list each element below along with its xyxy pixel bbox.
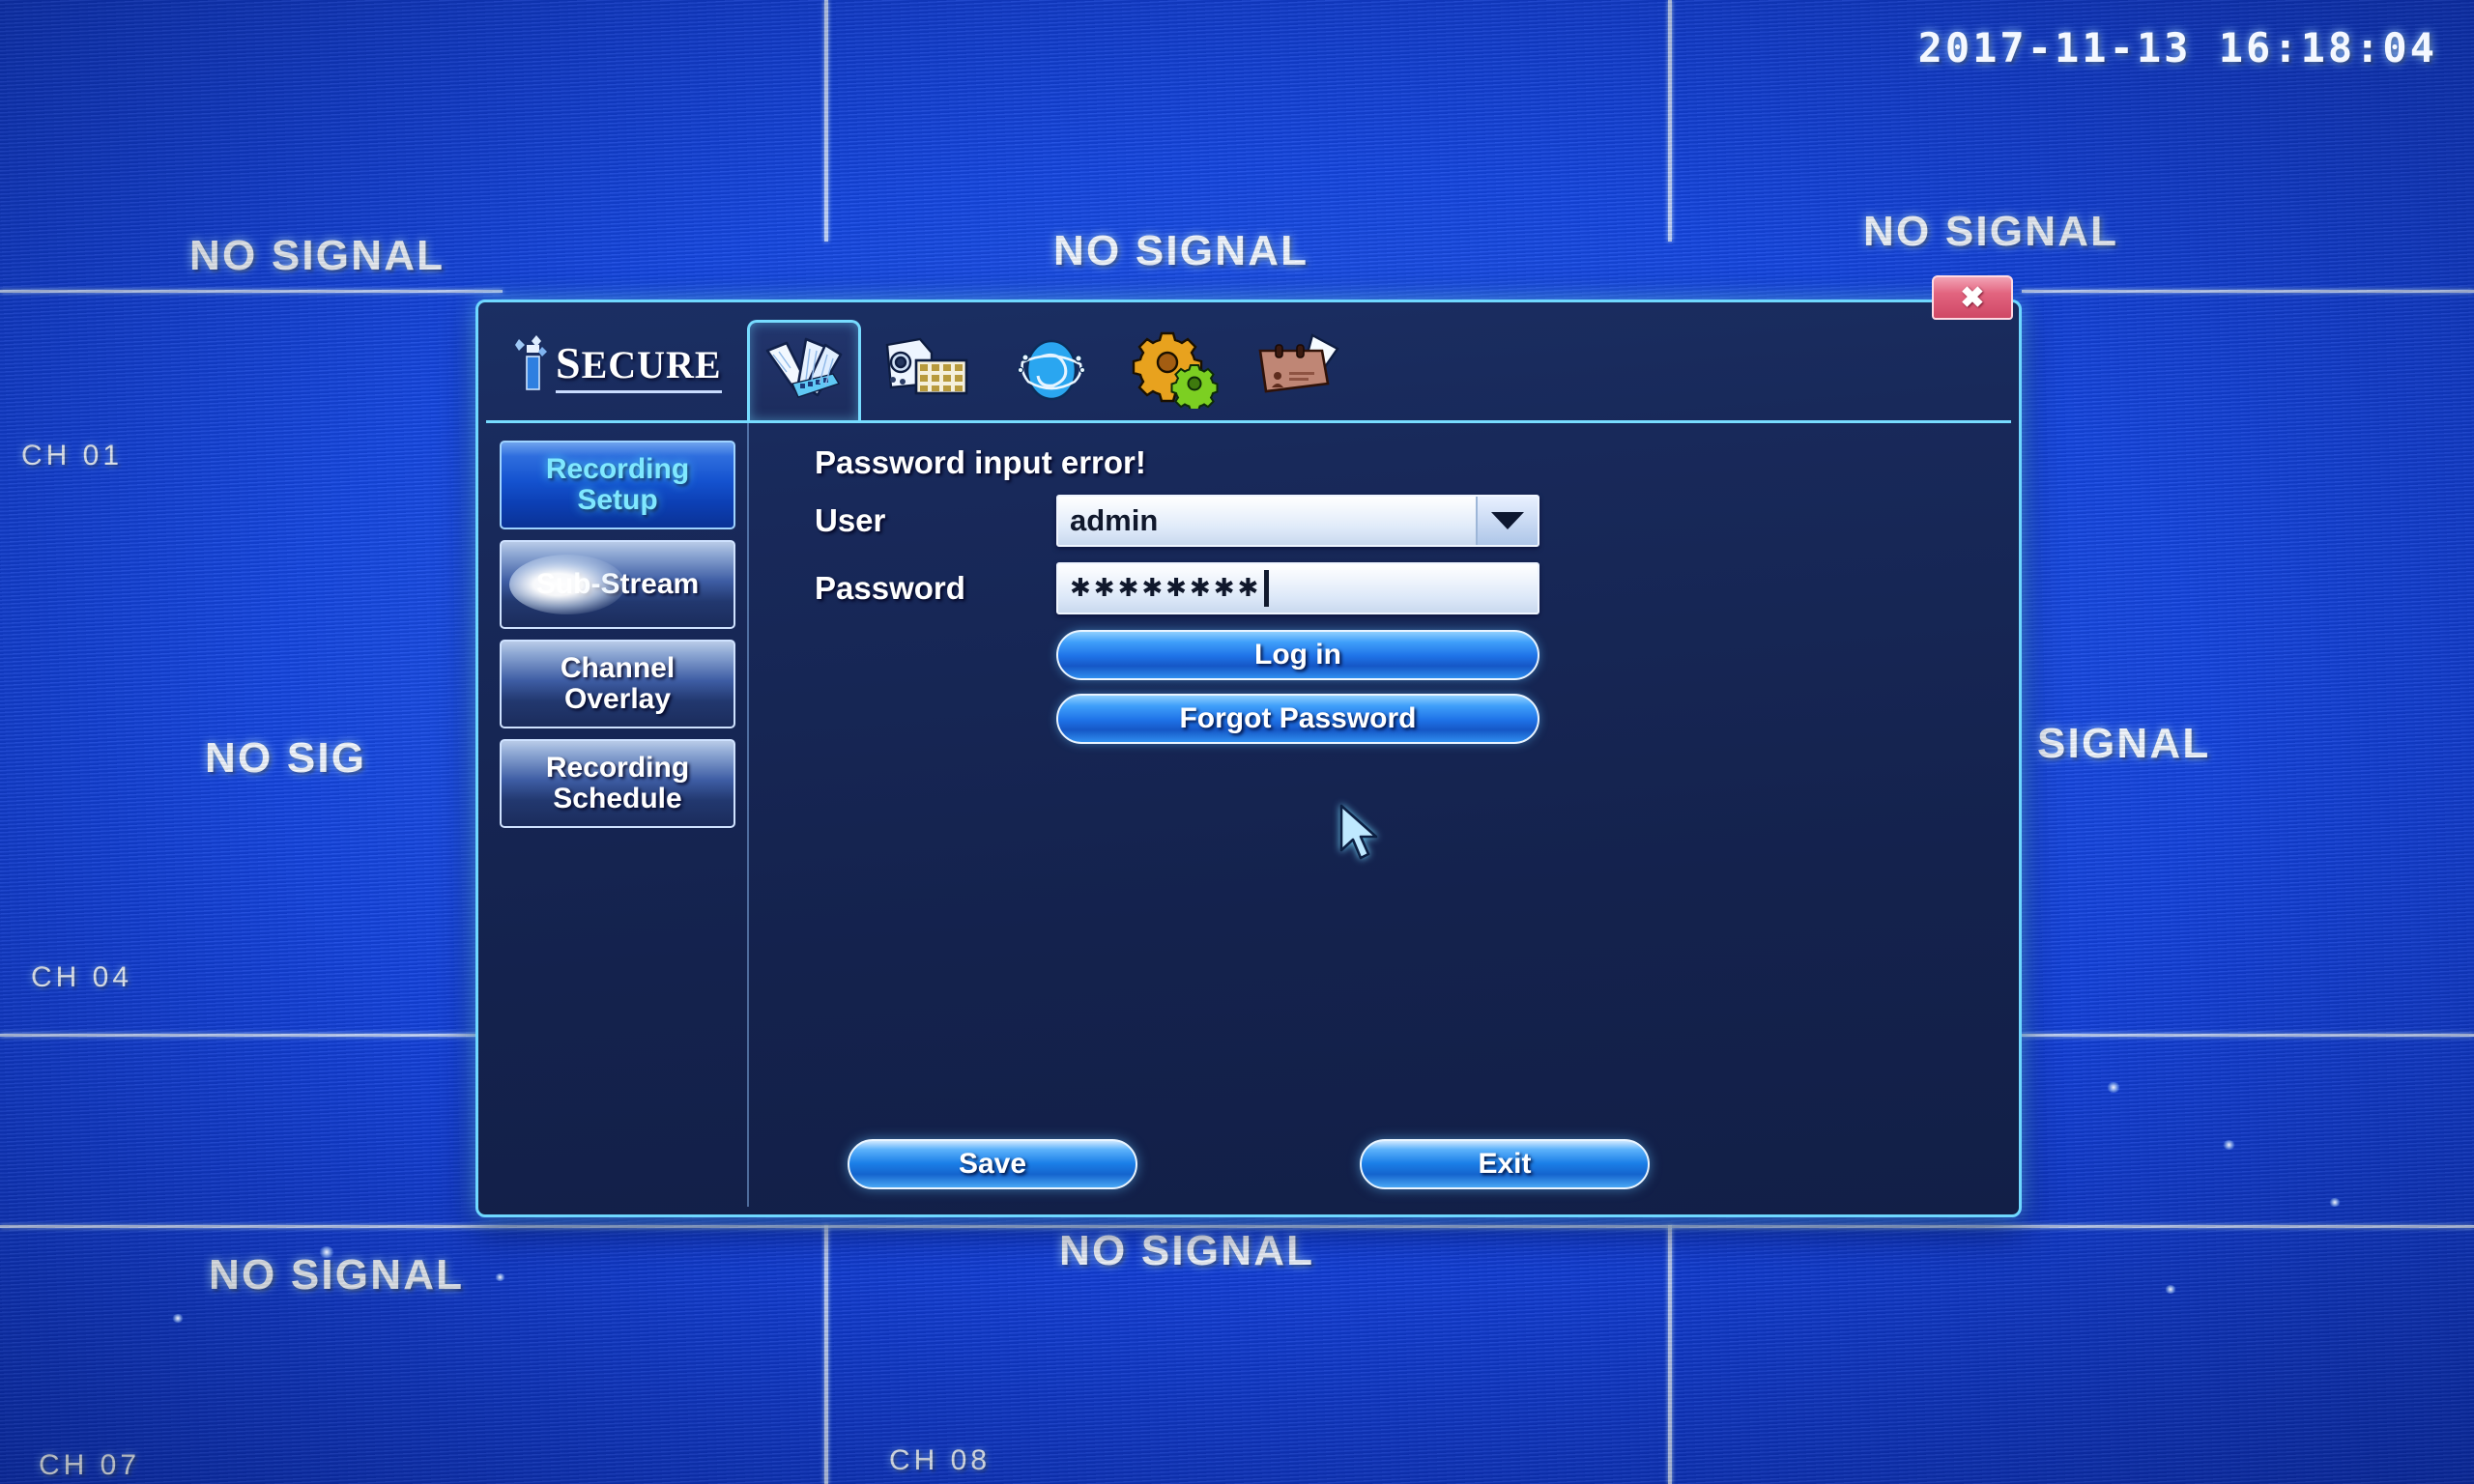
- password-input-value: ✱✱✱✱✱✱✱✱: [1070, 574, 1262, 603]
- pane-channel-label: CH 07: [39, 1449, 141, 1481]
- screen-speck: [2223, 1140, 2235, 1150]
- gears-settings-icon: [1129, 331, 1222, 409]
- pane-channel-label: CH 01: [21, 440, 124, 471]
- user-row: User admin: [815, 495, 2011, 547]
- pane-nosignal-label: NO SIGNAL: [209, 1251, 465, 1298]
- osd-datetime: 2017-11-13 16:18:04: [1917, 24, 2437, 71]
- brand-name-rest: ECURE: [581, 343, 722, 386]
- login-button[interactable]: Log in: [1056, 630, 1539, 680]
- grid-line-horizontal: [0, 290, 503, 293]
- brand-name: SECURE: [556, 337, 722, 393]
- sidebar-item-label: Recording Schedule: [545, 751, 690, 814]
- pane-channel-label: CH 04: [31, 961, 133, 993]
- user-label: User: [815, 502, 886, 538]
- sidebar-item-recording-setup[interactable]: Recording Setup: [500, 441, 735, 529]
- tab-users[interactable]: [1242, 320, 1356, 420]
- save-button[interactable]: Save: [848, 1139, 1137, 1189]
- text-caret: [1264, 570, 1270, 607]
- network-globe-icon: [1005, 331, 1098, 409]
- user-card-icon: [1252, 331, 1345, 409]
- sidebar-item-recording-schedule[interactable]: Recording Schedule: [500, 739, 735, 828]
- brand-name-cap: S: [556, 338, 582, 387]
- record-check-icon: [758, 333, 850, 411]
- brand-logo: SECURE: [509, 320, 737, 420]
- screen-speck: [495, 1273, 505, 1281]
- pane-nosignal-label: NO SIGNAL: [1863, 208, 2119, 255]
- screen-speck: [2329, 1198, 2341, 1207]
- tab-playback[interactable]: [871, 320, 985, 420]
- screen-speck: [2107, 1082, 2120, 1093]
- user-select[interactable]: admin: [1056, 495, 1539, 547]
- sidebar-item-label: Recording Setup: [545, 452, 690, 516]
- user-select-value: admin: [1070, 503, 1159, 537]
- grid-line-horizontal: [2022, 1034, 2474, 1037]
- exit-button[interactable]: Exit: [1360, 1139, 1650, 1189]
- camcorder-playback-icon: [881, 331, 974, 409]
- tab-network[interactable]: [994, 320, 1108, 420]
- pane-nosignal-label: NO SIG: [205, 734, 367, 782]
- sidebar-item-label: Sub-Stream: [535, 567, 700, 600]
- settings-dialog: ✖ SECURE Recording Setup Sub-Stream Chan…: [475, 275, 2022, 1217]
- dialog-footer: Save Exit: [486, 1139, 2011, 1189]
- grid-line-vertical: [824, 1225, 828, 1484]
- screen-speck: [172, 1314, 184, 1323]
- sidebar-item-channel-overlay[interactable]: Channel Overlay: [500, 640, 735, 728]
- password-label: Password: [815, 570, 965, 606]
- password-input[interactable]: ✱✱✱✱✱✱✱✱: [1056, 562, 1539, 614]
- close-icon[interactable]: ✖: [1932, 275, 2013, 320]
- dvr-screen: 2017-11-13 16:18:04 NO SIGNAL CH 01 NO S…: [0, 0, 2474, 1484]
- password-row: Password ✱✱✱✱✱✱✱✱: [815, 562, 2011, 614]
- dialog-body: Recording Setup Sub-Stream Channel Overlay…: [486, 420, 2011, 1207]
- screen-speck: [2165, 1285, 2176, 1294]
- tab-recording[interactable]: [746, 320, 861, 420]
- sidebar: Recording Setup Sub-Stream Channel Overlay…: [486, 423, 749, 1207]
- grid-line-vertical: [1668, 1225, 1672, 1484]
- chevron-down-icon[interactable]: [1476, 497, 1538, 545]
- error-message: Password input error!: [815, 444, 1146, 480]
- pane-nosignal-label: NO SIGNAL: [189, 232, 446, 279]
- forgot-password-button[interactable]: Forgot Password: [1056, 694, 1539, 744]
- pane-channel-label: CH 08: [889, 1444, 992, 1476]
- isecure-mark-icon: [515, 335, 548, 395]
- pane-nosignal-label: NO SIGNAL: [1053, 227, 1309, 274]
- grid-line-vertical: [1668, 0, 1672, 242]
- login-panel: Password input error! User admin Passwor…: [749, 423, 2011, 1207]
- grid-line-horizontal: [0, 1034, 483, 1037]
- pane-nosignal-label: NO SIGNAL: [1059, 1227, 1315, 1274]
- tab-strip: SECURE: [484, 306, 2013, 420]
- pane-nosignal-label: SIGNAL: [2037, 720, 2211, 767]
- grid-line-vertical: [824, 0, 828, 242]
- tab-system[interactable]: [1118, 320, 1232, 420]
- grid-line-horizontal: [2022, 290, 2474, 293]
- sidebar-item-label: Channel Overlay: [560, 651, 676, 715]
- sidebar-item-sub-stream[interactable]: Sub-Stream: [500, 540, 735, 629]
